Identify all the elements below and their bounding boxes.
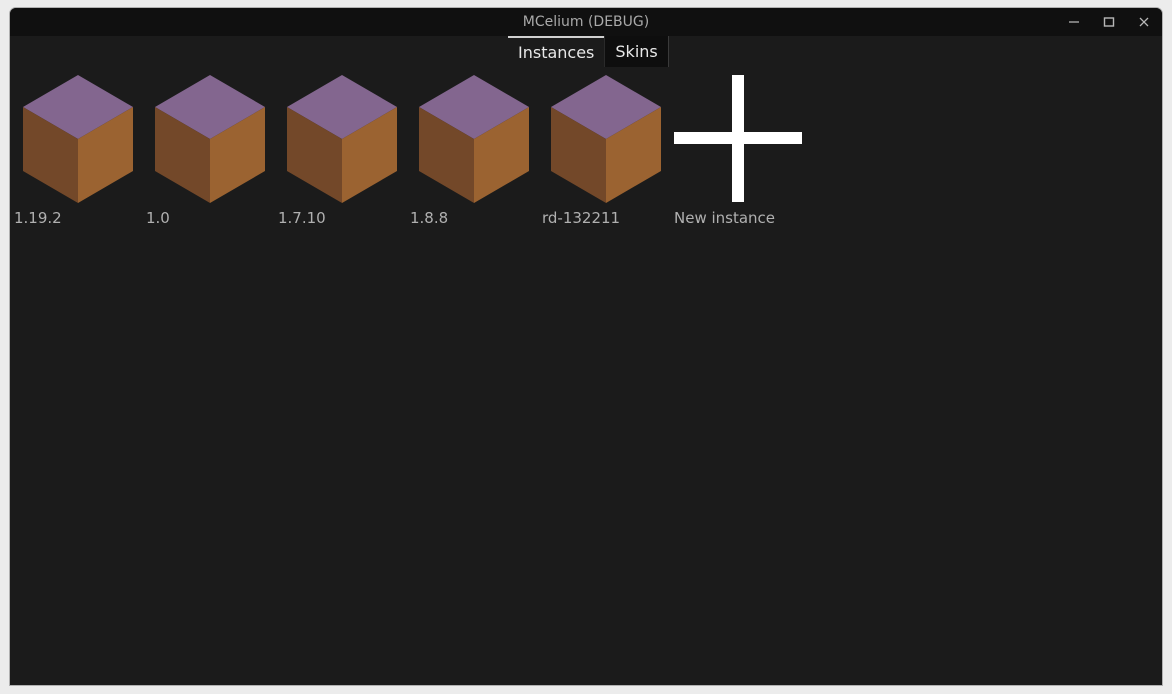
instance-label: rd-132211	[542, 209, 621, 227]
tab-bar: Instances Skins	[508, 36, 669, 67]
instance-tile[interactable]: 1.8.8	[410, 74, 542, 234]
window-title: MCelium (DEBUG)	[522, 14, 650, 30]
minimize-icon	[1069, 21, 1079, 23]
tab-instances[interactable]: Instances	[508, 36, 605, 67]
instance-tile[interactable]: 1.0	[146, 74, 278, 234]
minimize-button[interactable]	[1064, 12, 1084, 32]
instance-tile[interactable]: 1.7.10	[278, 74, 410, 234]
close-icon	[1139, 17, 1149, 27]
instance-label: 1.0	[146, 209, 170, 227]
cube-icon	[23, 75, 133, 203]
cube-icon	[287, 75, 397, 203]
cube-icon	[551, 75, 661, 203]
instance-label: 1.7.10	[278, 209, 326, 227]
instance-label: 1.8.8	[410, 209, 449, 227]
new-instance-label: New instance	[674, 209, 776, 227]
instance-tile[interactable]: rd-132211	[542, 74, 674, 234]
instance-grid: 1.19.2 1.0 1.7.10 1.8.8 rd-132211 New in…	[14, 74, 806, 234]
instance-label: 1.19.2	[14, 209, 62, 227]
cube-icon	[419, 75, 529, 203]
maximize-button[interactable]	[1099, 12, 1119, 32]
new-instance-button[interactable]: New instance	[674, 74, 806, 234]
titlebar[interactable]: MCelium (DEBUG)	[10, 8, 1162, 36]
instance-tile[interactable]: 1.19.2	[14, 74, 146, 234]
plus-icon	[674, 75, 802, 202]
app-window: MCelium (DEBUG) Instances Skins 1.19.2 1…	[10, 8, 1162, 685]
cube-icon	[155, 75, 265, 203]
close-button[interactable]	[1134, 12, 1154, 32]
tab-skins[interactable]: Skins	[604, 36, 669, 67]
maximize-icon	[1103, 17, 1115, 27]
